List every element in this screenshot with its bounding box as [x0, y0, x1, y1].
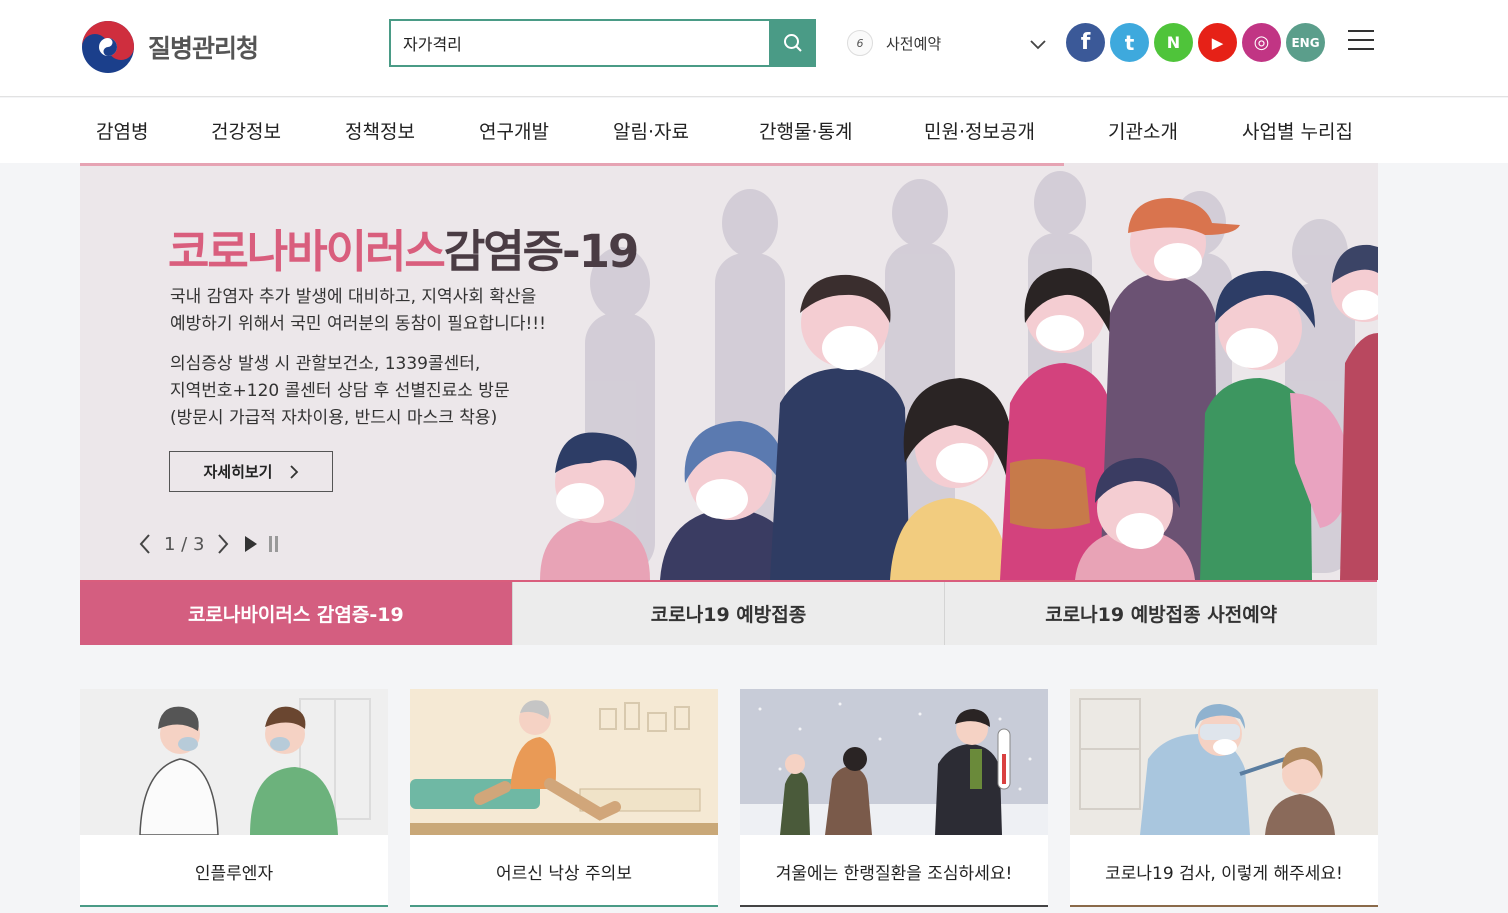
covid-test-illustration: [1070, 689, 1378, 835]
tab-vaccination-reservation[interactable]: 코로나19 예방접종 사전예약: [944, 582, 1378, 645]
gnb-item-health-info[interactable]: 건강정보: [211, 117, 281, 144]
winter-cold-illustration: [740, 689, 1048, 835]
card-label: 어르신 낙상 주의보: [496, 863, 632, 884]
card-underline: [740, 905, 1048, 907]
card-fall-warning[interactable]: 어르신 낙상 주의보: [410, 689, 718, 907]
tab-covid19[interactable]: 코로나바이러스 감염증-19: [80, 582, 512, 645]
instagram-icon[interactable]: ◎: [1242, 23, 1281, 62]
sns-links: f t N ▶ ◎ ENG: [1066, 23, 1325, 62]
card-underline: [410, 905, 718, 907]
banner-tabs: 코로나바이러스 감염증-19 코로나19 예방접종 코로나19 예방접종 사전예…: [80, 580, 1378, 645]
gnb-item-publications[interactable]: 간행물·통계: [759, 117, 852, 144]
card-image: [1070, 689, 1378, 835]
facebook-icon[interactable]: f: [1066, 23, 1105, 62]
search-button[interactable]: [769, 19, 816, 67]
prev-slide-button[interactable]: [138, 533, 152, 555]
card-label: 코로나19 검사, 이렇게 해주세요!: [1105, 863, 1343, 884]
view-details-button[interactable]: 자세히보기: [169, 451, 333, 492]
card-influenza[interactable]: 인플루엔자: [80, 689, 388, 907]
gnb-item-sites[interactable]: 사업별 누리집: [1242, 117, 1353, 144]
main-banner: 코로나바이러스감염증-19 국내 감염자 추가 발생에 대비하고, 지역사회 확…: [80, 163, 1378, 580]
search-box: [389, 19, 816, 67]
elderly-fall-illustration: [410, 689, 718, 835]
gnb-item-infectious-disease[interactable]: 감염병: [96, 117, 148, 144]
banner-description: 국내 감염자 추가 발생에 대비하고, 지역사회 확산을 예방하기 위해서 국민…: [170, 287, 546, 334]
banner-title: 코로나바이러스감염증-19: [168, 225, 639, 278]
card-image: [740, 689, 1048, 835]
slide-counter: 1 / 3: [164, 533, 205, 555]
chevron-down-icon[interactable]: [1028, 34, 1048, 54]
pause-icon: [269, 536, 279, 552]
main-navigation: 감염병 건강정보 정책정보 연구개발 알림·자료 간행물·통계 민원·정보공개 …: [0, 98, 1508, 163]
popular-keyword-roller[interactable]: 6 사전예약: [847, 28, 1050, 58]
naver-post-icon[interactable]: N: [1154, 23, 1193, 62]
gnb-item-about[interactable]: 기관소개: [1108, 117, 1178, 144]
banner-guidance: 의심증상 발생 시 관할보건소, 1339콜센터, 지역번호+120 콜센터 상…: [170, 354, 510, 428]
chevron-right-icon: [218, 534, 229, 554]
next-slide-button[interactable]: [216, 533, 230, 555]
gnb-item-civil-affairs[interactable]: 민원·정보공개: [924, 117, 1035, 144]
taegeuk-logo-icon: [82, 21, 134, 73]
chevron-right-icon: [289, 464, 298, 479]
card-image: [80, 689, 388, 835]
gnb-item-research[interactable]: 연구개발: [479, 117, 549, 144]
play-button[interactable]: [244, 535, 258, 553]
banner-slider-controls: 1 / 3: [138, 533, 280, 555]
card-underline: [1070, 905, 1378, 907]
search-input[interactable]: [389, 19, 769, 67]
twitter-icon[interactable]: t: [1110, 23, 1149, 62]
pause-button[interactable]: [268, 535, 280, 553]
card-image: [410, 689, 718, 835]
chevron-left-icon: [139, 534, 150, 554]
english-site-icon[interactable]: ENG: [1286, 23, 1325, 62]
hamburger-menu-icon[interactable]: [1348, 30, 1374, 52]
kdca-logo[interactable]: 질병관리청: [80, 19, 259, 75]
card-label: 겨울에는 한랭질환을 조심하세요!: [775, 863, 1013, 884]
play-icon: [245, 536, 258, 552]
gnb-item-notice[interactable]: 알림·자료: [613, 117, 689, 144]
keyword-text: 사전예약: [886, 34, 942, 53]
keyword-rank: 6: [847, 30, 873, 56]
logo-text: 질병관리청: [148, 34, 259, 63]
youtube-icon[interactable]: ▶: [1198, 23, 1237, 62]
site-header: 질병관리청 6 사전예약 f t N ▶ ◎ ENG: [0, 0, 1508, 97]
card-covid-test[interactable]: 코로나19 검사, 이렇게 해주세요!: [1070, 689, 1378, 907]
card-cold-illness[interactable]: 겨울에는 한랭질환을 조심하세요!: [740, 689, 1048, 907]
search-icon: [783, 34, 802, 52]
tab-vaccination[interactable]: 코로나19 예방접종: [511, 582, 945, 645]
card-underline: [80, 905, 388, 907]
vaccination-illustration: [80, 689, 388, 835]
gnb-item-policy-info[interactable]: 정책정보: [345, 117, 415, 144]
card-label: 인플루엔자: [194, 863, 274, 884]
